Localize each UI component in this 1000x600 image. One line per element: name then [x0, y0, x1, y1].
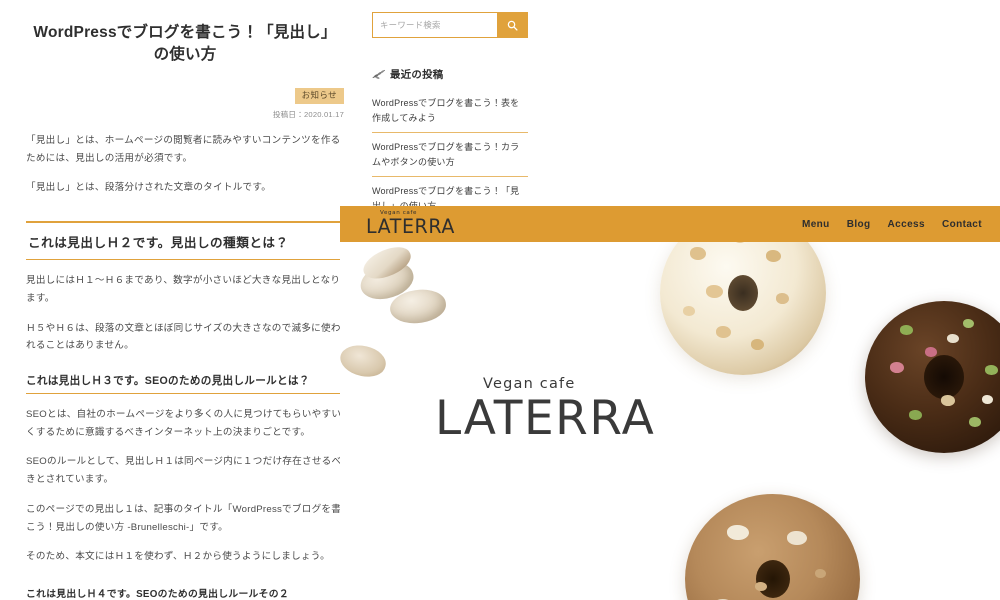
donut-hole: [728, 275, 758, 311]
nut-topping: [940, 395, 955, 407]
heading-h2: これは見出しＨ２です。見出しの種類とは？: [26, 221, 344, 261]
hero-title: LATERRA: [435, 391, 656, 446]
pistachio-nut: [340, 341, 389, 381]
sugar-crumb: [814, 568, 826, 578]
pistachio-topping: [899, 325, 913, 336]
intro-paragraph-1: 「見出し」とは、ホームページの閲覧者に読みやすいコンテンツを作るためには、見出し…: [26, 134, 341, 164]
recent-posts-list: WordPressでブログを書こう！表を作成してみよう WordPressでブロ…: [372, 89, 528, 220]
site-logo[interactable]: Vegan cafe LATERRA: [366, 211, 455, 237]
pistachio-topping: [985, 364, 999, 375]
nut-topping: [776, 293, 790, 304]
coconut-topping: [947, 334, 960, 344]
nav-item-contact[interactable]: Contact: [942, 219, 982, 230]
heading-h3: これは見出しＨ３です。SEOのための見出しルールとは？: [26, 373, 344, 395]
hero-subtitle: Vegan cafe: [483, 376, 576, 392]
site-header: Vegan cafe LATERRA Menu Blog Access Cont…: [340, 206, 1000, 242]
donut-cinnamon: [685, 494, 860, 600]
search-box: [372, 12, 528, 38]
h2-paragraph-2: Ｈ５やＨ６は、段落の文章とほぼ同じサイズの大きさなので滅多に使われることはありま…: [26, 322, 341, 352]
page-title: WordPressでブログを書こう！「見出し」の使い方: [33, 24, 337, 63]
nut-topping: [716, 325, 732, 338]
h2-paragraph-1: 見出しにはＨ１～Ｈ６まであり、数字が小さいほど大きな見出しとなります。: [26, 275, 341, 304]
nut-topping: [751, 338, 765, 350]
page-root: WordPressでブログを書こう！「見出し」の使い方 お知らせ 投稿日：202…: [0, 0, 1000, 600]
nut-topping: [683, 306, 696, 317]
pistachio-topping: [909, 410, 923, 421]
donut-hole: [924, 355, 964, 399]
pistachio-topping: [969, 416, 982, 427]
post-date: 投稿日：2020.01.17: [272, 109, 344, 119]
list-item[interactable]: WordPressでブログを書こう！カラムやボタンの使い方: [372, 133, 528, 178]
search-button[interactable]: [497, 13, 527, 37]
nav-item-menu[interactable]: Menu: [802, 219, 830, 230]
rose-petal-topping: [925, 346, 938, 357]
coconut-topping: [727, 524, 749, 540]
coconut-topping: [981, 395, 993, 405]
article-meta: お知らせ 投稿日：2020.01.17: [26, 85, 344, 120]
search-icon: [507, 20, 518, 31]
search-input[interactable]: [373, 13, 497, 37]
sidebar: 最近の投稿 WordPressでブログを書こう！表を作成してみよう WordPr…: [372, 0, 548, 220]
donut-chocolate: [865, 301, 1000, 453]
leaf-branch-icon: [372, 68, 387, 80]
intro-paragraph-2: 「見出し」とは、段落分けされた文章のタイトルです。: [26, 182, 272, 194]
list-item[interactable]: WordPressでブログを書こう！表を作成してみよう: [372, 89, 528, 134]
nut-topping: [706, 284, 724, 298]
h3-paragraph-1: SEOとは、自社のホームページをより多くの人に見つけてもらいやすいくするために意…: [26, 409, 342, 438]
h3-paragraph-2: SEOのルールとして、見出しＨ１は同ページ内に１つだけ存在させるべきとされていま…: [26, 456, 342, 486]
site-preview-overlay: Vegan cafe LATERRA Vegan cafe LATERRA Me…: [340, 206, 1000, 600]
heading-h4: これは見出しＨ４です。SEOのための見出しルールその２: [26, 586, 294, 600]
rose-petal-topping: [890, 361, 905, 373]
nav-item-blog[interactable]: Blog: [847, 219, 871, 230]
nut-topping: [766, 250, 782, 263]
nut-topping: [689, 247, 706, 261]
article-column: WordPressでブログを書こう！「見出し」の使い方 お知らせ 投稿日：202…: [0, 0, 366, 600]
status-badge: お知らせ: [294, 88, 344, 104]
h3-paragraph-3: このページでの見出し１は、記事のタイトル「WordPressでブログを書こう！見…: [26, 503, 342, 533]
donut-hole: [755, 560, 790, 598]
recent-posts-widget-title: 最近の投稿: [372, 66, 548, 81]
site-logo-title: LATERRA: [366, 214, 455, 238]
pistachio-topping: [962, 319, 974, 329]
recent-posts-title-label: 最近の投稿: [390, 70, 444, 81]
nav-item-access[interactable]: Access: [888, 219, 925, 230]
h3-paragraph-4: そのため、本文にはＨ１を使わず、Ｈ２から使うようにしましょう。: [26, 551, 330, 563]
site-navigation: Menu Blog Access Contact: [802, 219, 982, 230]
hero-wordmark: Vegan cafe LATERRA: [435, 376, 655, 443]
coconut-topping: [786, 531, 807, 546]
